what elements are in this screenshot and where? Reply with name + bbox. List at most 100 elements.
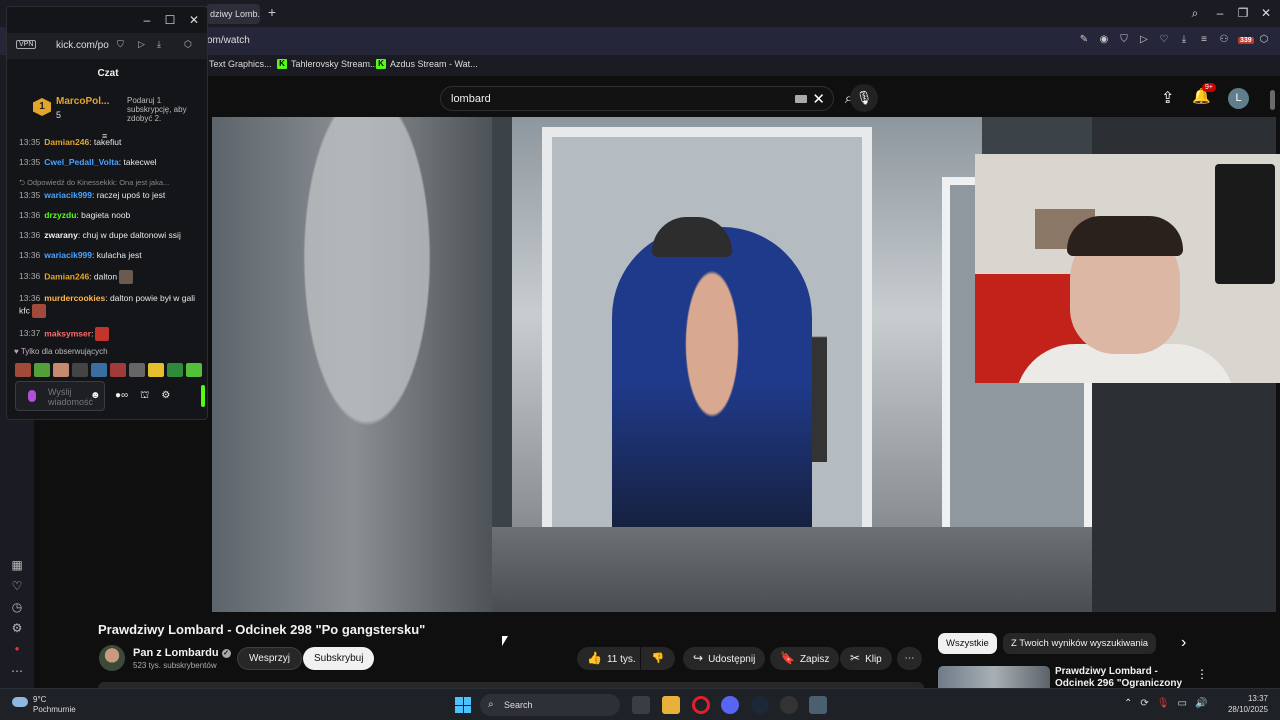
emote-icon[interactable] (91, 363, 107, 377)
download-icon[interactable]: ⤓ (157, 39, 161, 50)
emote-icon[interactable] (148, 363, 164, 377)
emote-icon[interactable] (129, 363, 145, 377)
message-user[interactable]: Damian246 (44, 271, 89, 281)
gift-sub-prompt[interactable]: Podaruj 1 subskrypcję, aby zdobyć 2. (127, 96, 207, 123)
keyboard-icon[interactable] (795, 95, 807, 103)
ublock-icon[interactable]: ● (10, 642, 24, 656)
clip-button[interactable]: ✂ Klip (840, 647, 892, 670)
menu-icon[interactable]: ≡ (1198, 33, 1210, 47)
emoji-icon[interactable]: ☻ (90, 390, 101, 401)
message-user[interactable]: drzyzdu (44, 210, 76, 220)
store-icon[interactable]: ⛫ (140, 390, 149, 403)
cube-icon[interactable]: ⬡ (1258, 33, 1270, 47)
shield-icon[interactable]: ⛉ (117, 39, 124, 50)
minimize-button[interactable]: – (1210, 4, 1230, 22)
restore-button[interactable]: ❐ (1233, 4, 1253, 22)
save-button[interactable]: 🔖 Zapisz (770, 647, 840, 670)
network-icon[interactable]: ▭ (1177, 698, 1186, 709)
emote-icon[interactable] (110, 363, 126, 377)
taskview-icon[interactable] (632, 696, 650, 714)
heart-icon[interactable]: ♡ (1158, 33, 1170, 47)
volume-icon[interactable]: 🔊 (1195, 698, 1207, 709)
emote-icon[interactable] (53, 363, 69, 377)
popup-url[interactable]: kick.com/po (56, 40, 109, 51)
mic-icon[interactable] (28, 390, 36, 402)
like-button[interactable]: 👍 11 tys. (577, 647, 640, 670)
message-user[interactable]: maksymser (44, 328, 91, 338)
bookmark-item[interactable]: Text Graphics... (209, 59, 272, 69)
message-user[interactable]: wariacik999 (44, 250, 92, 260)
scrollbar[interactable] (1270, 90, 1275, 110)
join-button[interactable]: Wesprzyj (237, 647, 302, 670)
message-user[interactable]: Damian246 (44, 137, 89, 147)
edit-icon[interactable]: ✎ (1078, 33, 1090, 47)
channel-avatar[interactable] (99, 645, 125, 671)
emote-icon[interactable] (34, 363, 50, 377)
voice-search-icon[interactable]: 🎙 (850, 84, 878, 112)
search-input[interactable]: lombard ✕ (440, 86, 834, 111)
message-user[interactable]: zwarany (44, 230, 78, 240)
share-button[interactable]: ↪ Udostępnij (683, 647, 766, 670)
address-url[interactable]: om/watch (207, 35, 250, 46)
upload-icon[interactable]: ⇪ (1161, 88, 1174, 108)
subscribe-button[interactable]: Subskrybuj (303, 647, 375, 670)
app-icon[interactable] (809, 696, 827, 714)
settings-icon[interactable]: ⚙ (10, 621, 24, 635)
emote-icon[interactable] (31, 304, 46, 318)
recommendation-thumbnail[interactable] (938, 666, 1050, 688)
chip-from-search[interactable]: Z Twoich wyników wyszukiwania (1003, 633, 1157, 654)
play-icon[interactable]: ▷ (1138, 33, 1150, 47)
history-icon[interactable]: ◷ (10, 600, 24, 614)
emote-icon[interactable] (72, 363, 88, 377)
emote-icon[interactable] (15, 363, 31, 377)
camera-icon[interactable]: ◉ (1098, 33, 1110, 47)
start-button[interactable] (455, 697, 471, 713)
emote-icon[interactable] (95, 327, 110, 341)
message-user[interactable]: murdercookies (44, 293, 105, 303)
mic-icon[interactable]: 🎙 (1157, 698, 1170, 709)
emote-icon[interactable] (167, 363, 183, 377)
top-gifter-name[interactable]: MarcoPol... (56, 96, 109, 107)
recommendation-title[interactable]: Prawdziwy Lombard - Odcinek 296 "Ogranic… (1055, 666, 1190, 688)
clear-search-icon[interactable]: ✕ (812, 90, 825, 108)
chip-all[interactable]: Wszystkie (938, 633, 997, 654)
new-tab-button[interactable]: + (265, 5, 279, 19)
more-actions-button[interactable]: ⋯ (897, 647, 922, 670)
sync-icon[interactable]: ⟳ (1140, 698, 1148, 709)
close-window-button[interactable]: ✕ (1256, 4, 1276, 22)
more-icon[interactable]: ⋯ (10, 664, 24, 678)
chat-input[interactable]: Wyślij wiadomość ☻ (15, 381, 105, 411)
emote-icon[interactable] (186, 363, 202, 377)
settings-icon[interactable]: ⚙ (161, 390, 170, 403)
dislike-button[interactable]: 👎 (641, 647, 675, 670)
download-icon[interactable]: ⤓ (1178, 33, 1190, 47)
clock[interactable]: 13:37 28/10/2025 (1228, 693, 1268, 715)
browser-tab-active[interactable]: dziwy Lomb... (206, 4, 260, 24)
message-user[interactable]: wariacik999 (44, 190, 92, 200)
search-tabs-icon[interactable]: ⌕ (1185, 4, 1205, 22)
shield-icon[interactable]: ⛉ (1118, 33, 1130, 47)
vpn-badge[interactable]: VPN (16, 40, 37, 49)
opera-icon[interactable] (692, 696, 710, 714)
message-user[interactable]: Cwel_Pedall_Volta (44, 157, 118, 167)
infinity-icon[interactable]: ●∞ (115, 390, 128, 403)
profile-icon[interactable]: ⚇ (1218, 33, 1230, 47)
play-icon[interactable]: ▷ (138, 39, 145, 50)
bookmark-item[interactable]: K Tahlerovsky Stream... (277, 59, 378, 69)
more-vert-icon[interactable]: ⋮ (1196, 667, 1208, 681)
bookmark-item[interactable]: K Azdus Stream - Wat... (376, 59, 478, 69)
file-explorer-icon[interactable] (662, 696, 680, 714)
channel-name[interactable]: Pan z Lombardu ✓ (133, 647, 231, 659)
steam-icon[interactable] (751, 696, 769, 714)
close-button[interactable]: ✕ (184, 11, 204, 29)
discord-icon[interactable] (721, 696, 739, 714)
minimize-button[interactable]: – (137, 11, 157, 29)
extension-icon[interactable]: 339 (1238, 33, 1254, 47)
maximize-button[interactable]: ☐ (160, 11, 180, 29)
chevron-up-icon[interactable]: ⌃ (1124, 698, 1132, 709)
reply-context[interactable]: ⮌ Odpowiedź do Kinessekkk: Ona jest jaka… (19, 177, 205, 188)
chevron-right-icon[interactable]: › (1181, 634, 1186, 652)
heart-icon[interactable]: ♡ (10, 579, 24, 593)
emote-icon[interactable] (119, 270, 134, 284)
send-button[interactable] (201, 385, 205, 407)
